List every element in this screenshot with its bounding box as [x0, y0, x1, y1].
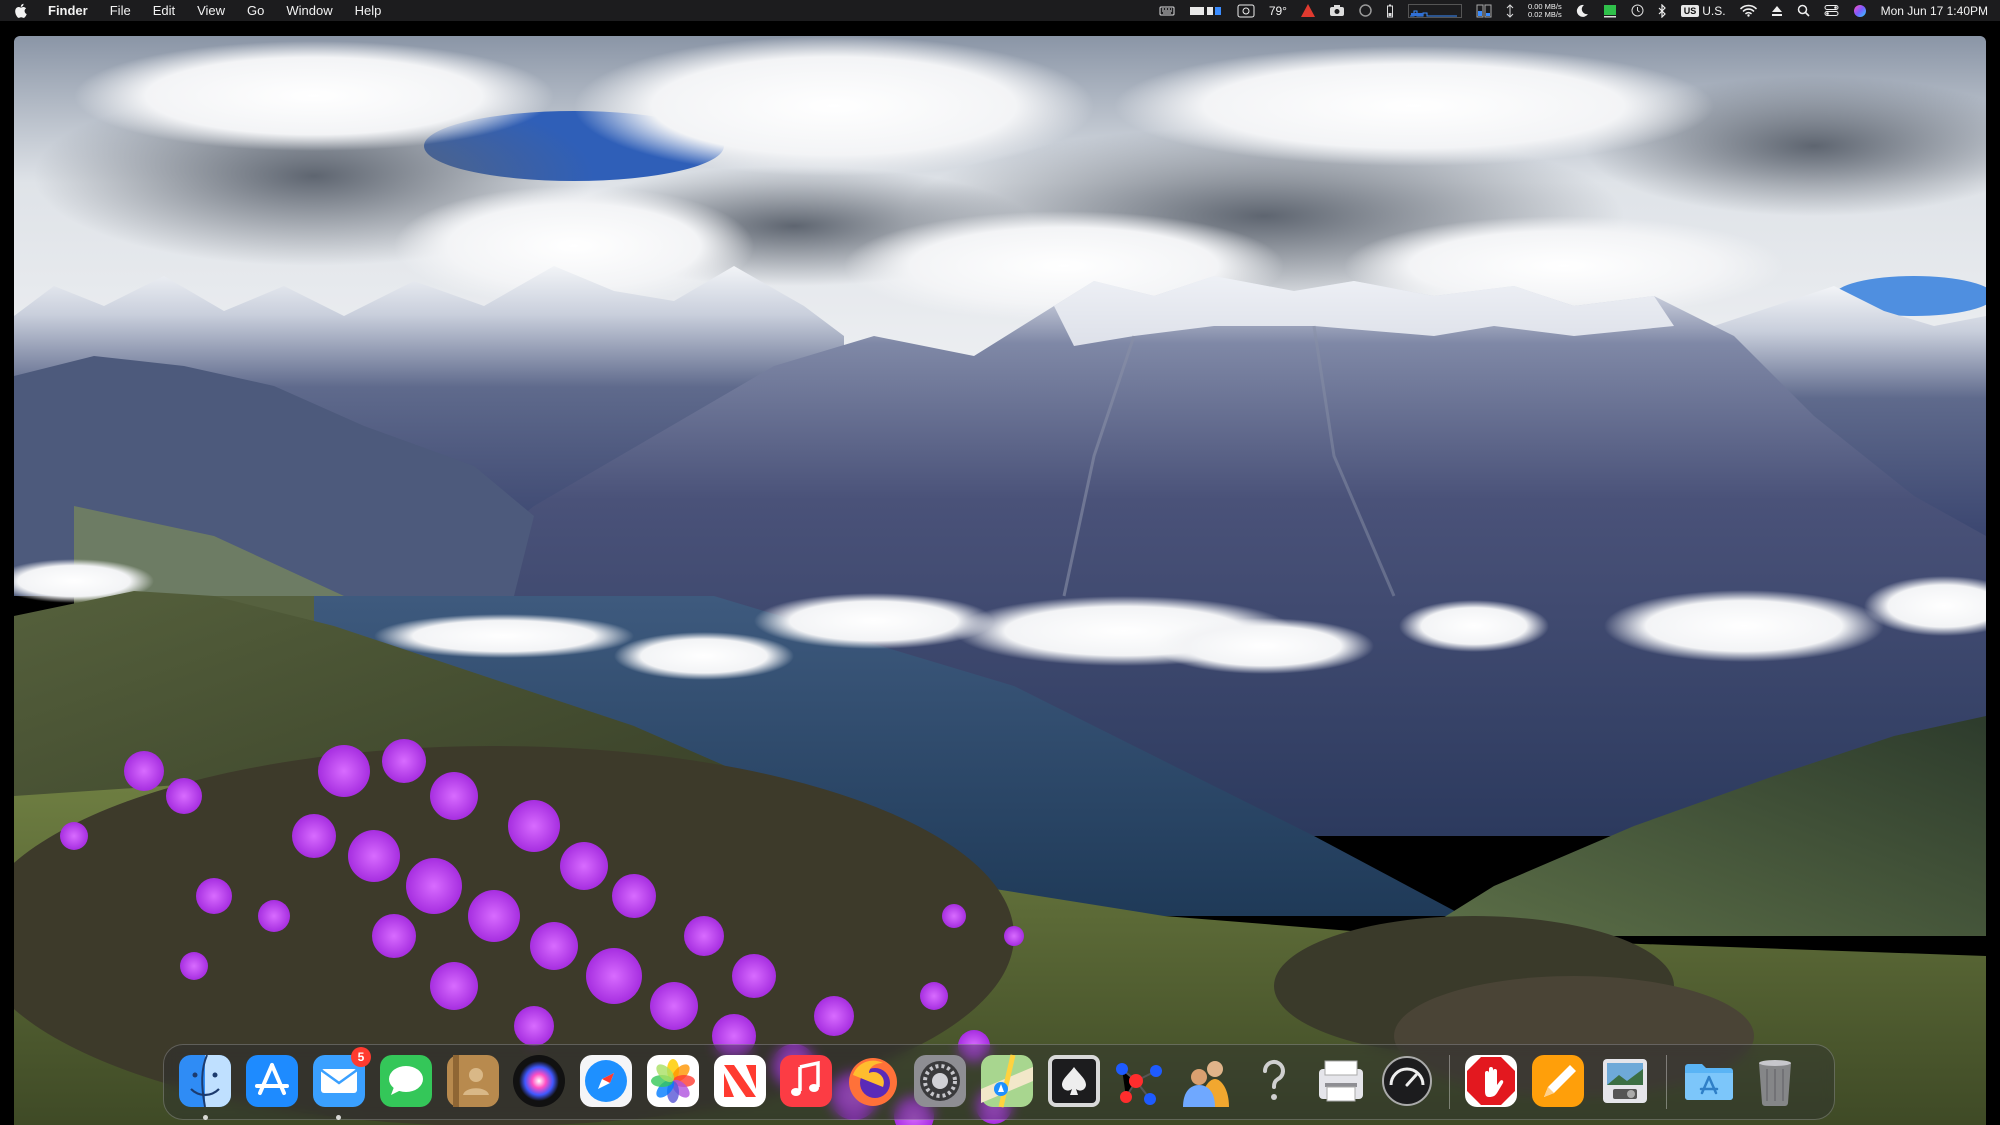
- dock: 5: [163, 1044, 1835, 1120]
- system-preferences-icon[interactable]: [910, 1051, 970, 1111]
- molecule-app-icon[interactable]: [1110, 1051, 1170, 1111]
- wallpaper-image: [14, 36, 1986, 1125]
- dock-separator: [1666, 1055, 1668, 1109]
- clock-icon[interactable]: [1631, 0, 1644, 21]
- menu-bar-left: Finder File Edit View Go Window Help: [14, 0, 392, 21]
- app-store-icon[interactable]: [242, 1051, 302, 1111]
- weather-temp[interactable]: 79°: [1269, 4, 1287, 18]
- running-indicator: [336, 1115, 342, 1120]
- running-indicator: [202, 1115, 208, 1120]
- printer-icon[interactable]: [1311, 1051, 1371, 1111]
- bluetooth-icon[interactable]: [1658, 0, 1667, 21]
- pages-icon[interactable]: [1528, 1051, 1588, 1111]
- search-icon[interactable]: [1797, 0, 1810, 21]
- activity-monitor-icon[interactable]: [1377, 1051, 1437, 1111]
- safari-icon[interactable]: [576, 1051, 636, 1111]
- camera-icon[interactable]: [1329, 0, 1345, 21]
- screenshot-icon[interactable]: [1237, 0, 1255, 21]
- trash-icon[interactable]: [1745, 1051, 1805, 1111]
- finder-icon[interactable]: [175, 1051, 235, 1120]
- applications-folder-icon[interactable]: [1679, 1051, 1739, 1111]
- music-icon[interactable]: [776, 1051, 836, 1111]
- help-icon[interactable]: [1244, 1051, 1304, 1111]
- network-speed: 0.00 MB/s 0.02 MB/s: [1527, 2, 1562, 19]
- menu-edit[interactable]: Edit: [142, 0, 186, 21]
- photos-icon[interactable]: [643, 1051, 703, 1111]
- directory-utility-icon[interactable]: [1177, 1051, 1237, 1111]
- messages-icon[interactable]: [376, 1051, 436, 1111]
- green-status-icon[interactable]: [1603, 0, 1617, 21]
- menu-window[interactable]: Window: [275, 0, 343, 21]
- alert-icon[interactable]: [1300, 0, 1315, 21]
- maps-icon[interactable]: [977, 1051, 1037, 1111]
- wifi-icon[interactable]: [1739, 0, 1757, 21]
- apple-menu-icon[interactable]: [14, 3, 42, 18]
- contacts-icon[interactable]: [443, 1051, 503, 1111]
- menu-app-name[interactable]: Finder: [42, 0, 99, 21]
- moon-icon[interactable]: [1576, 0, 1589, 21]
- dock-separator: [1448, 1055, 1450, 1109]
- memory-icon[interactable]: [1476, 0, 1492, 21]
- cpu-graph-icon[interactable]: [1407, 0, 1462, 21]
- eject-icon[interactable]: [1771, 0, 1783, 21]
- keyboard-badge: US: [1680, 4, 1700, 17]
- dock-items: 5: [172, 1047, 1809, 1120]
- preview-icon[interactable]: [1595, 1051, 1655, 1111]
- news-icon[interactable]: [710, 1051, 770, 1111]
- network-icon[interactable]: [1506, 0, 1514, 21]
- siri-icon[interactable]: [509, 1051, 569, 1111]
- clock-text[interactable]: Mon Jun 17 1:40PM: [1881, 4, 1988, 18]
- firefox-icon[interactable]: [843, 1051, 903, 1111]
- display-icon[interactable]: [1189, 0, 1223, 21]
- stop-hand-icon[interactable]: [1461, 1051, 1521, 1111]
- menu-bar: Finder File Edit View Go Window Help 79°: [0, 0, 2000, 21]
- menu-bar-extras: 79° 0.00 MB/s 0.02 MB/s US U.S. Mon Jun …: [1159, 0, 1988, 21]
- desktop[interactable]: 5: [14, 36, 1986, 1125]
- control-center-icon[interactable]: [1824, 0, 1839, 21]
- menu-view[interactable]: View: [186, 0, 236, 21]
- mail-icon[interactable]: 5: [309, 1047, 371, 1120]
- keyboard-label: U.S.: [1702, 3, 1726, 18]
- mail-badge: 5: [350, 1047, 371, 1067]
- menu-go[interactable]: Go: [236, 0, 275, 21]
- keyboard-icon[interactable]: [1159, 0, 1175, 21]
- network-download: 0.02 MB/s: [1527, 9, 1562, 19]
- solitaire-icon[interactable]: [1044, 1051, 1104, 1111]
- keyboard-input-source[interactable]: US U.S.: [1680, 3, 1726, 18]
- menu-file[interactable]: File: [99, 0, 142, 21]
- siri-icon[interactable]: [1853, 0, 1867, 21]
- battery-icon[interactable]: [1386, 0, 1394, 21]
- circle-icon[interactable]: [1359, 0, 1372, 21]
- menu-help[interactable]: Help: [344, 0, 393, 21]
